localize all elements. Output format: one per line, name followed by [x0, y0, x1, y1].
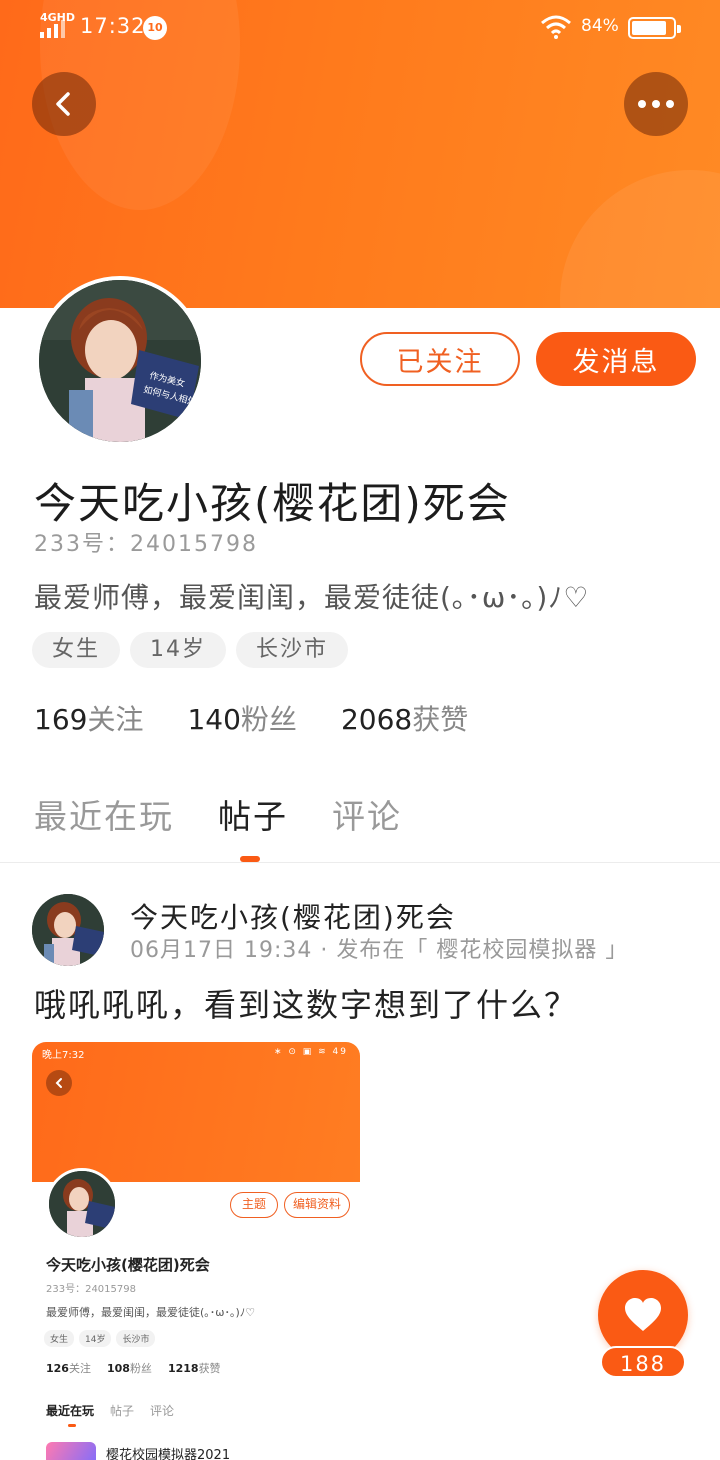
stat-likes: 2068获赞 — [341, 698, 468, 738]
post-image-tab: 最近在玩 — [46, 1404, 95, 1418]
stat-following-num: 169 — [34, 703, 88, 736]
post-meta: 06月17日 19:34 · 发布在「 樱花校园模拟器 」 — [130, 938, 629, 963]
post-image-stat-num: 126 — [46, 1362, 69, 1375]
stat-following[interactable]: 169关注 — [34, 698, 143, 738]
stat-fans-label: 粉丝 — [240, 703, 297, 736]
status-time: 17:32 — [80, 14, 146, 38]
post-image-stat-label: 粉丝 — [129, 1362, 152, 1375]
post-image-stat-num: 108 — [106, 1362, 130, 1375]
stat-following-label: 关注 — [87, 703, 144, 736]
post-image-game-name: 樱花校园模拟器2021 — [106, 1448, 231, 1460]
more-button[interactable] — [624, 72, 688, 136]
post-image-tabs: 最近在玩 帖子 评论 — [46, 1402, 174, 1419]
post-image-back-icon — [46, 1070, 72, 1096]
post-author-avatar[interactable] — [32, 894, 104, 966]
battery-icon — [628, 17, 681, 39]
tab-posts[interactable]: 帖子 — [218, 790, 288, 838]
stat-likes-num: 2068 — [340, 703, 413, 736]
more-dots-icon — [638, 100, 674, 108]
divider — [0, 862, 720, 863]
post-image[interactable]: 晚上7:32 ∗ ⊙ ▣ ≋ 49 主题 编辑资料 今天吃小孩(樱花团)死会 2… — [32, 1042, 360, 1460]
profile-uid: 233号：24015798 — [34, 532, 258, 557]
profile-bio: 最爱师傅，最爱闺闺，最爱徒徒(｡･ω･｡)ﾉ♡ — [34, 581, 590, 614]
post-text: 哦吼吼吼，看到这数字想到了什么？ — [34, 986, 579, 1024]
post-image-tag: 长沙市 — [116, 1330, 156, 1347]
stat-likes-label: 获赞 — [412, 703, 469, 736]
wifi-icon — [541, 15, 571, 39]
profile-avatar[interactable]: 作为美女 如何与人相处 — [35, 276, 205, 446]
post-image-tab-indicator — [68, 1424, 76, 1427]
battery-percent: 84% — [581, 16, 619, 36]
post-image-uid: 233号：24015798 — [46, 1284, 136, 1295]
post-image-tag: 14岁 — [79, 1330, 112, 1347]
post-author-name[interactable]: 今天吃小孩(樱花团)死会 — [130, 896, 456, 936]
tag-gender: 女生 — [32, 632, 121, 668]
tag-city: 长沙市 — [236, 632, 349, 668]
post-image-tab: 评论 — [150, 1404, 175, 1418]
tag-age: 14岁 — [130, 632, 227, 668]
profile-stats: 169关注 140粉丝 2068获赞 — [34, 698, 512, 738]
post-image-stat-num: 1218 — [167, 1362, 199, 1375]
post-image-banner — [32, 1042, 360, 1182]
notification-badge: 10 — [143, 16, 167, 40]
post-image-game-icon — [46, 1442, 96, 1460]
post-image-tab: 帖子 — [110, 1404, 135, 1418]
profile-name: 今天吃小孩(樱花团)死会 — [34, 479, 511, 528]
post-image-avatar — [46, 1168, 118, 1240]
post-image-bio: 最爱师傅，最爱闺闺，最爱徒徒(｡･ω･｡)ﾉ♡ — [46, 1306, 256, 1319]
post-image-stat-label: 获赞 — [198, 1362, 221, 1375]
heart-icon — [625, 1298, 661, 1331]
profile-tags: 女生 14岁 长沙市 — [32, 632, 349, 668]
post-image-topic-button: 主题 — [230, 1192, 278, 1218]
post-image-stat-label: 关注 — [68, 1362, 91, 1375]
post-image-tag: 女生 — [44, 1330, 75, 1347]
stat-fans-num: 140 — [187, 703, 241, 736]
post-image-name: 今天吃小孩(樱花团)死会 — [46, 1256, 210, 1274]
send-message-button[interactable]: 发消息 — [536, 332, 696, 386]
stat-fans[interactable]: 140粉丝 — [187, 698, 296, 738]
tab-recent-playing[interactable]: 最近在玩 — [34, 790, 174, 838]
signal-icon — [40, 20, 65, 38]
chevron-left-icon — [56, 92, 70, 116]
avatar-image — [32, 894, 104, 966]
post-image-stats: 126关注 108粉丝 1218获赞 — [46, 1360, 221, 1376]
tab-comments[interactable]: 评论 — [332, 790, 402, 838]
back-button[interactable] — [32, 72, 96, 136]
avatar-image: 作为美女 如何与人相处 — [39, 280, 201, 442]
like-count: 188 — [600, 1346, 686, 1378]
post-image-status-icons: ∗ ⊙ ▣ ≋ 49 — [273, 1047, 348, 1057]
followed-button[interactable]: 已关注 — [360, 332, 520, 386]
status-bar: 4GHD 17:32 10 84% — [0, 0, 720, 56]
post-image-tags: 女生 14岁 长沙市 — [44, 1330, 156, 1347]
post-image-time: 晚上7:32 — [42, 1050, 85, 1061]
post-image-edit-button: 编辑资料 — [284, 1192, 350, 1218]
profile-tabs: 最近在玩 帖子 评论 — [34, 790, 402, 838]
